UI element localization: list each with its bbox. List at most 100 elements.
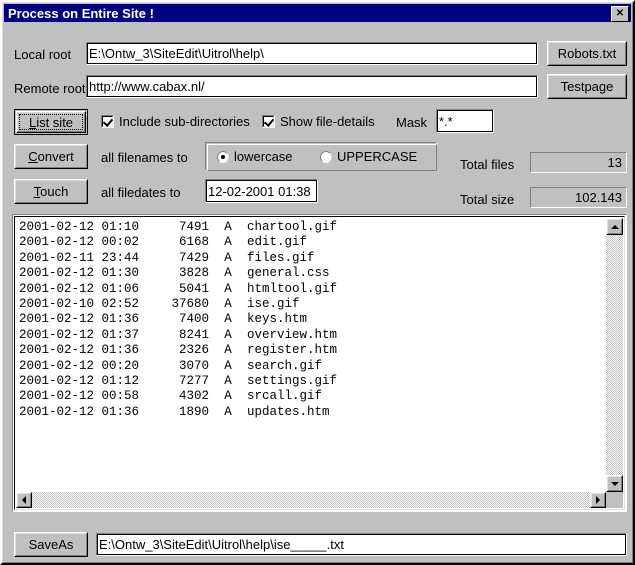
radio-dot-uppercase	[320, 150, 332, 163]
radio-uppercase[interactable]: UPPERCASE	[320, 149, 417, 164]
file-size: 7400	[178, 312, 209, 327]
file-date: 2001-02-12 01:37	[19, 327, 140, 342]
total-files-label: Total files	[460, 157, 515, 172]
file-attribute: A	[224, 281, 232, 296]
touch-button[interactable]: Touch	[14, 179, 88, 204]
file-name: overview.htm	[247, 327, 338, 342]
file-date: 2001-02-12 01:12	[19, 373, 140, 388]
file-size: 37680	[171, 296, 209, 311]
list-site-button-label: List site	[28, 114, 74, 130]
file-list-row[interactable]: 2001-02-12 01:10 7491 Achartool.gif	[19, 220, 606, 235]
scroll-right-button[interactable]	[590, 492, 606, 508]
file-list-row[interactable]: 2001-02-12 00:58 4302 Asrcall.gif	[19, 389, 606, 404]
total-files-value: 13	[530, 152, 627, 173]
file-list-row[interactable]: 2001-02-10 02:52 37680 Aise.gif	[19, 297, 606, 312]
file-size: 3070	[178, 358, 209, 373]
file-date: 2001-02-12 00:02	[19, 235, 140, 250]
file-size: 1890	[178, 404, 209, 419]
list-site-button[interactable]: List site	[14, 109, 88, 135]
file-name: files.gif	[247, 250, 315, 265]
file-attribute: A	[224, 250, 232, 265]
file-name: register.htm	[247, 343, 338, 358]
remote-root-input[interactable]: http://www.cabax.nl/	[86, 75, 538, 98]
file-name: srcall.gif	[247, 389, 323, 404]
touch-button-label: Touch	[33, 184, 69, 199]
file-name: settings.gif	[247, 373, 338, 388]
total-size-label: Total size	[460, 192, 515, 207]
arrow-down-icon	[610, 481, 619, 486]
convert-button[interactable]: Convert	[14, 144, 88, 169]
robots-txt-button[interactable]: Robots.txt	[547, 41, 627, 66]
scroll-left-button[interactable]	[16, 492, 32, 508]
touch-description: all filedates to	[101, 185, 181, 200]
radio-lowercase[interactable]: lowercase	[217, 149, 293, 164]
horizontal-scrollbar[interactable]	[16, 492, 606, 508]
file-size: 4302	[178, 389, 209, 404]
total-size-value: 102.143	[530, 187, 627, 208]
checkbox-box-show-file-details	[262, 115, 275, 128]
file-attribute: A	[224, 389, 232, 404]
file-date: 2001-02-12 01:06	[19, 281, 140, 296]
file-name: ise.gif	[247, 296, 300, 311]
arrow-up-icon	[610, 224, 619, 229]
file-size: 8241	[178, 327, 209, 342]
saveas-button-label: SaveAs	[28, 537, 74, 552]
file-attribute: A	[224, 373, 232, 388]
saveas-button[interactable]: SaveAs	[14, 532, 88, 557]
vertical-scrollbar[interactable]	[606, 218, 623, 492]
file-list-row[interactable]: 2001-02-12 01:06 5041 Ahtmltool.gif	[19, 282, 606, 297]
file-date: 2001-02-12 00:20	[19, 358, 140, 373]
mask-input[interactable]: *.*	[436, 109, 494, 133]
file-list-row[interactable]: 2001-02-12 01:36 2326 Aregister.htm	[19, 343, 606, 358]
arrow-right-icon	[596, 496, 600, 504]
file-attribute: A	[224, 296, 232, 311]
file-attribute: A	[224, 343, 232, 358]
testpage-button[interactable]: Testpage	[547, 74, 627, 99]
include-subdirs-checkbox[interactable]: Include sub-directories	[101, 114, 250, 129]
show-file-details-checkbox[interactable]: Show file-details	[262, 114, 375, 129]
file-name: search.gif	[247, 358, 323, 373]
saveas-path-input[interactable]: E:\Ontw_3\SiteEdit\Uitrol\help\ise_____.…	[96, 533, 627, 556]
filedate-input[interactable]: 12-02-2001 01:38	[205, 179, 318, 203]
file-list-row[interactable]: 2001-02-12 01:30 3828 Ageneral.css	[19, 266, 606, 281]
file-date: 2001-02-12 00:58	[19, 389, 140, 404]
close-icon[interactable]: ✕	[611, 6, 629, 22]
local-root-label: Local root	[14, 47, 72, 62]
scroll-down-button[interactable]	[606, 475, 623, 492]
file-size: 6168	[178, 235, 209, 250]
file-name: htmltool.gif	[247, 281, 338, 296]
file-list-inner: 2001-02-12 01:10 7491 Achartool.gif 2001-02…	[14, 216, 625, 510]
file-list-box[interactable]: 2001-02-12 01:10 7491 Achartool.gif 2001-02…	[12, 214, 627, 512]
file-size: 2326	[178, 343, 209, 358]
file-list-content[interactable]: 2001-02-12 01:10 7491 Achartool.gif 2001-02…	[16, 218, 606, 492]
file-list-row[interactable]: 2001-02-11 23:44 7429 Afiles.gif	[19, 251, 606, 266]
file-name: general.css	[247, 266, 330, 281]
file-name: edit.gif	[247, 235, 308, 250]
include-subdirs-label: Include sub-directories	[119, 114, 250, 129]
file-attribute: A	[224, 266, 232, 281]
title-bar[interactable]: Process on Entire Site ! ✕	[4, 4, 631, 22]
local-root-input[interactable]: E:\Ontw_3\SiteEdit\Uitrol\help\	[86, 42, 538, 65]
show-file-details-label: Show file-details	[280, 114, 375, 129]
checkbox-box-include-subdirs	[101, 115, 114, 128]
file-list-row[interactable]: 2001-02-12 00:02 6168 Aedit.gif	[19, 235, 606, 250]
process-site-dialog: Process on Entire Site ! ✕ Local root E:…	[0, 0, 635, 565]
radio-dot-lowercase	[217, 150, 229, 163]
file-date: 2001-02-11 23:44	[19, 250, 140, 265]
scroll-up-button[interactable]	[606, 218, 623, 235]
file-attribute: A	[224, 312, 232, 327]
file-name: updates.htm	[247, 404, 330, 419]
file-list-row[interactable]: 2001-02-12 00:20 3070 Asearch.gif	[19, 359, 606, 374]
remote-root-label: Remote root	[14, 81, 86, 96]
file-date: 2001-02-12 01:30	[19, 266, 140, 281]
file-list-row[interactable]: 2001-02-12 01:36 7400 Akeys.htm	[19, 312, 606, 327]
robots-txt-button-label: Robots.txt	[557, 46, 617, 61]
radio-lowercase-label: lowercase	[234, 149, 293, 164]
convert-description: all filenames to	[101, 150, 188, 165]
file-list-row[interactable]: 2001-02-12 01:36 1890 Aupdates.htm	[19, 405, 606, 420]
file-attribute: A	[224, 358, 232, 373]
convert-button-label: Convert	[28, 149, 74, 164]
file-list-row[interactable]: 2001-02-12 01:37 8241 Aoverview.htm	[19, 328, 606, 343]
testpage-button-label: Testpage	[560, 79, 614, 94]
file-list-row[interactable]: 2001-02-12 01:12 7277 Asettings.gif	[19, 374, 606, 389]
